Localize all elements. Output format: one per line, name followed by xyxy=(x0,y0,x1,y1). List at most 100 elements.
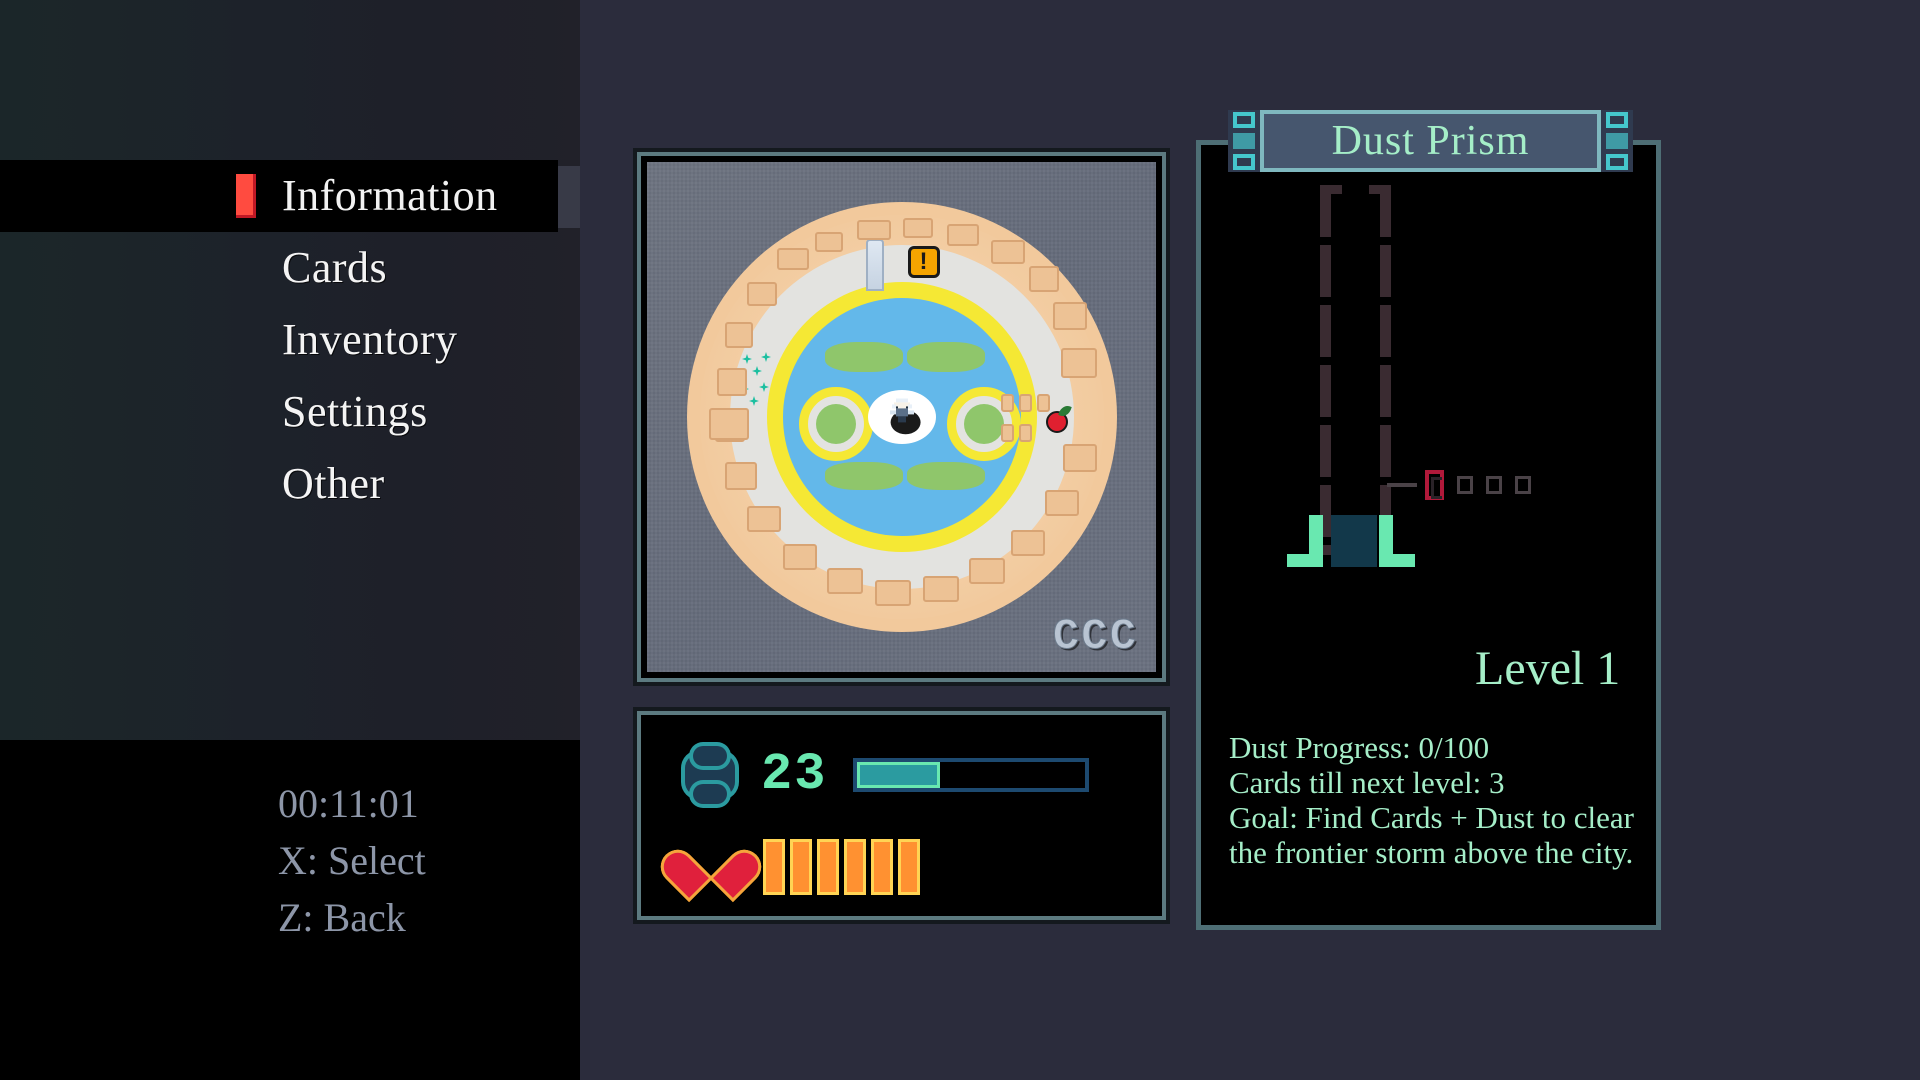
prism-base-hook-right xyxy=(1379,515,1415,567)
map-right-eye-core xyxy=(964,404,1004,444)
selection-tab-bump xyxy=(558,166,580,228)
map-stone xyxy=(1061,348,1097,378)
map-stone xyxy=(815,232,843,252)
map-stone xyxy=(1037,394,1050,412)
health-stat-row xyxy=(685,839,920,895)
map-stone xyxy=(947,224,979,246)
prism-level-label: Level 1 xyxy=(1475,642,1621,695)
menu-item-label: Cards xyxy=(282,243,388,292)
prism-info-block: Dust Progress: 0/100 Cards till next lev… xyxy=(1229,730,1649,870)
card-slot-row xyxy=(1387,470,1531,500)
selection-bullet-icon xyxy=(236,174,256,218)
control-hints: 00:11:01 X: Select Z: Back xyxy=(0,740,580,1080)
map-area-code: CCC xyxy=(1052,612,1138,663)
map-stone xyxy=(777,248,809,270)
dust-count-value: 23 xyxy=(761,745,828,804)
health-pip xyxy=(898,839,920,895)
hint-select: X: Select xyxy=(278,838,426,883)
card-slot-empty[interactable] xyxy=(1486,476,1502,494)
hint-back: Z: Back xyxy=(278,895,406,940)
health-pip xyxy=(871,839,893,895)
map-stone xyxy=(1053,302,1087,330)
title-box: Dust Prism xyxy=(1260,110,1601,172)
dust-progress-bar xyxy=(853,758,1090,792)
player-sprite-icon xyxy=(889,398,914,423)
map-stone xyxy=(1045,490,1079,516)
goal-text-line-2: the frontier storm above the city. xyxy=(1229,835,1634,870)
map-left-eye-core xyxy=(816,404,856,444)
dust-prism-title: Dust Prism xyxy=(1331,118,1530,164)
map-stone xyxy=(827,568,863,594)
menu-item-label: Inventory xyxy=(282,315,458,364)
prism-graphic xyxy=(1201,145,1666,615)
map-green-patch xyxy=(825,462,903,490)
map-stone xyxy=(1019,394,1032,412)
prism-base-hook-left xyxy=(1287,515,1323,567)
map-stone xyxy=(783,544,817,570)
map-stone xyxy=(857,220,891,240)
dust-cloud-icon xyxy=(685,746,735,804)
map-stone xyxy=(1001,424,1014,442)
slot-connector-dash xyxy=(1387,483,1417,487)
map-stone xyxy=(969,558,1005,584)
menu-item-inventory[interactable]: Inventory xyxy=(0,304,580,376)
map-green-patch xyxy=(825,342,903,372)
prism-rail-cap-right xyxy=(1369,185,1391,194)
sidebar: Information Cards Inventory Settings Oth… xyxy=(0,0,580,740)
health-pip xyxy=(790,839,812,895)
map-stone xyxy=(1029,266,1059,292)
prism-base-fill xyxy=(1331,515,1377,567)
menu-list: Information Cards Inventory Settings Oth… xyxy=(0,160,580,520)
map-stone xyxy=(1011,530,1045,556)
dust-progress-fill xyxy=(857,762,940,788)
dust-stat-row: 23 xyxy=(685,745,1090,804)
menu-item-settings[interactable]: Settings xyxy=(0,376,580,448)
map-stone xyxy=(717,368,747,396)
menu-item-label: Information xyxy=(282,171,498,220)
game-menu-screen: Information Cards Inventory Settings Oth… xyxy=(0,0,1920,1080)
health-pip xyxy=(763,839,785,895)
card-slot-active[interactable] xyxy=(1425,470,1444,500)
title-bracket-right xyxy=(1601,110,1633,172)
prism-rail-cap-left xyxy=(1320,185,1342,194)
stats-panel: 23 xyxy=(633,707,1170,924)
menu-item-label: Settings xyxy=(282,387,428,436)
minimap-canvas: ! CCC xyxy=(647,162,1156,672)
map-stone xyxy=(747,506,781,532)
apple-pickup-icon xyxy=(1045,403,1072,433)
health-pip-list xyxy=(763,839,920,895)
title-bracket-left xyxy=(1228,110,1260,172)
prism-base xyxy=(1287,515,1421,575)
quest-marker-icon: ! xyxy=(907,246,940,278)
map-green-patch xyxy=(907,462,985,490)
heart-icon xyxy=(685,844,737,890)
prism-rail-left xyxy=(1320,185,1331,555)
map-stone xyxy=(747,282,777,306)
tower-landmark-icon xyxy=(865,239,884,291)
cards-till-next-level-text: Cards till next level: 3 xyxy=(1229,765,1505,800)
menu-item-information[interactable]: Information xyxy=(0,160,580,232)
map-stone xyxy=(1063,444,1097,472)
map-stone xyxy=(991,240,1025,264)
menu-item-label: Other xyxy=(282,459,385,508)
map-left-eye xyxy=(799,387,873,461)
minimap-panel: ! CCC xyxy=(633,148,1170,686)
play-timer: 00:11:01 xyxy=(278,781,419,826)
health-pip xyxy=(844,839,866,895)
dust-prism-panel: Level 1 Dust Progress: 0/100 Cards till … xyxy=(1196,140,1661,930)
map-stone xyxy=(725,322,753,348)
card-slot-empty[interactable] xyxy=(1457,476,1473,494)
map-stone xyxy=(903,218,933,238)
menu-item-other[interactable]: Other xyxy=(0,448,580,520)
map-stone xyxy=(1001,394,1014,412)
map-green-patch xyxy=(907,342,985,372)
map-stone xyxy=(1019,424,1032,442)
map-stone xyxy=(923,576,959,602)
health-pip xyxy=(817,839,839,895)
dust-prism-title-banner: Dust Prism xyxy=(1228,110,1633,172)
map-stone xyxy=(725,462,757,490)
dust-progress-text: Dust Progress: 0/100 xyxy=(1229,730,1490,765)
map-stone xyxy=(709,408,749,440)
card-slot-empty[interactable] xyxy=(1515,476,1531,494)
menu-item-cards[interactable]: Cards xyxy=(0,232,580,304)
